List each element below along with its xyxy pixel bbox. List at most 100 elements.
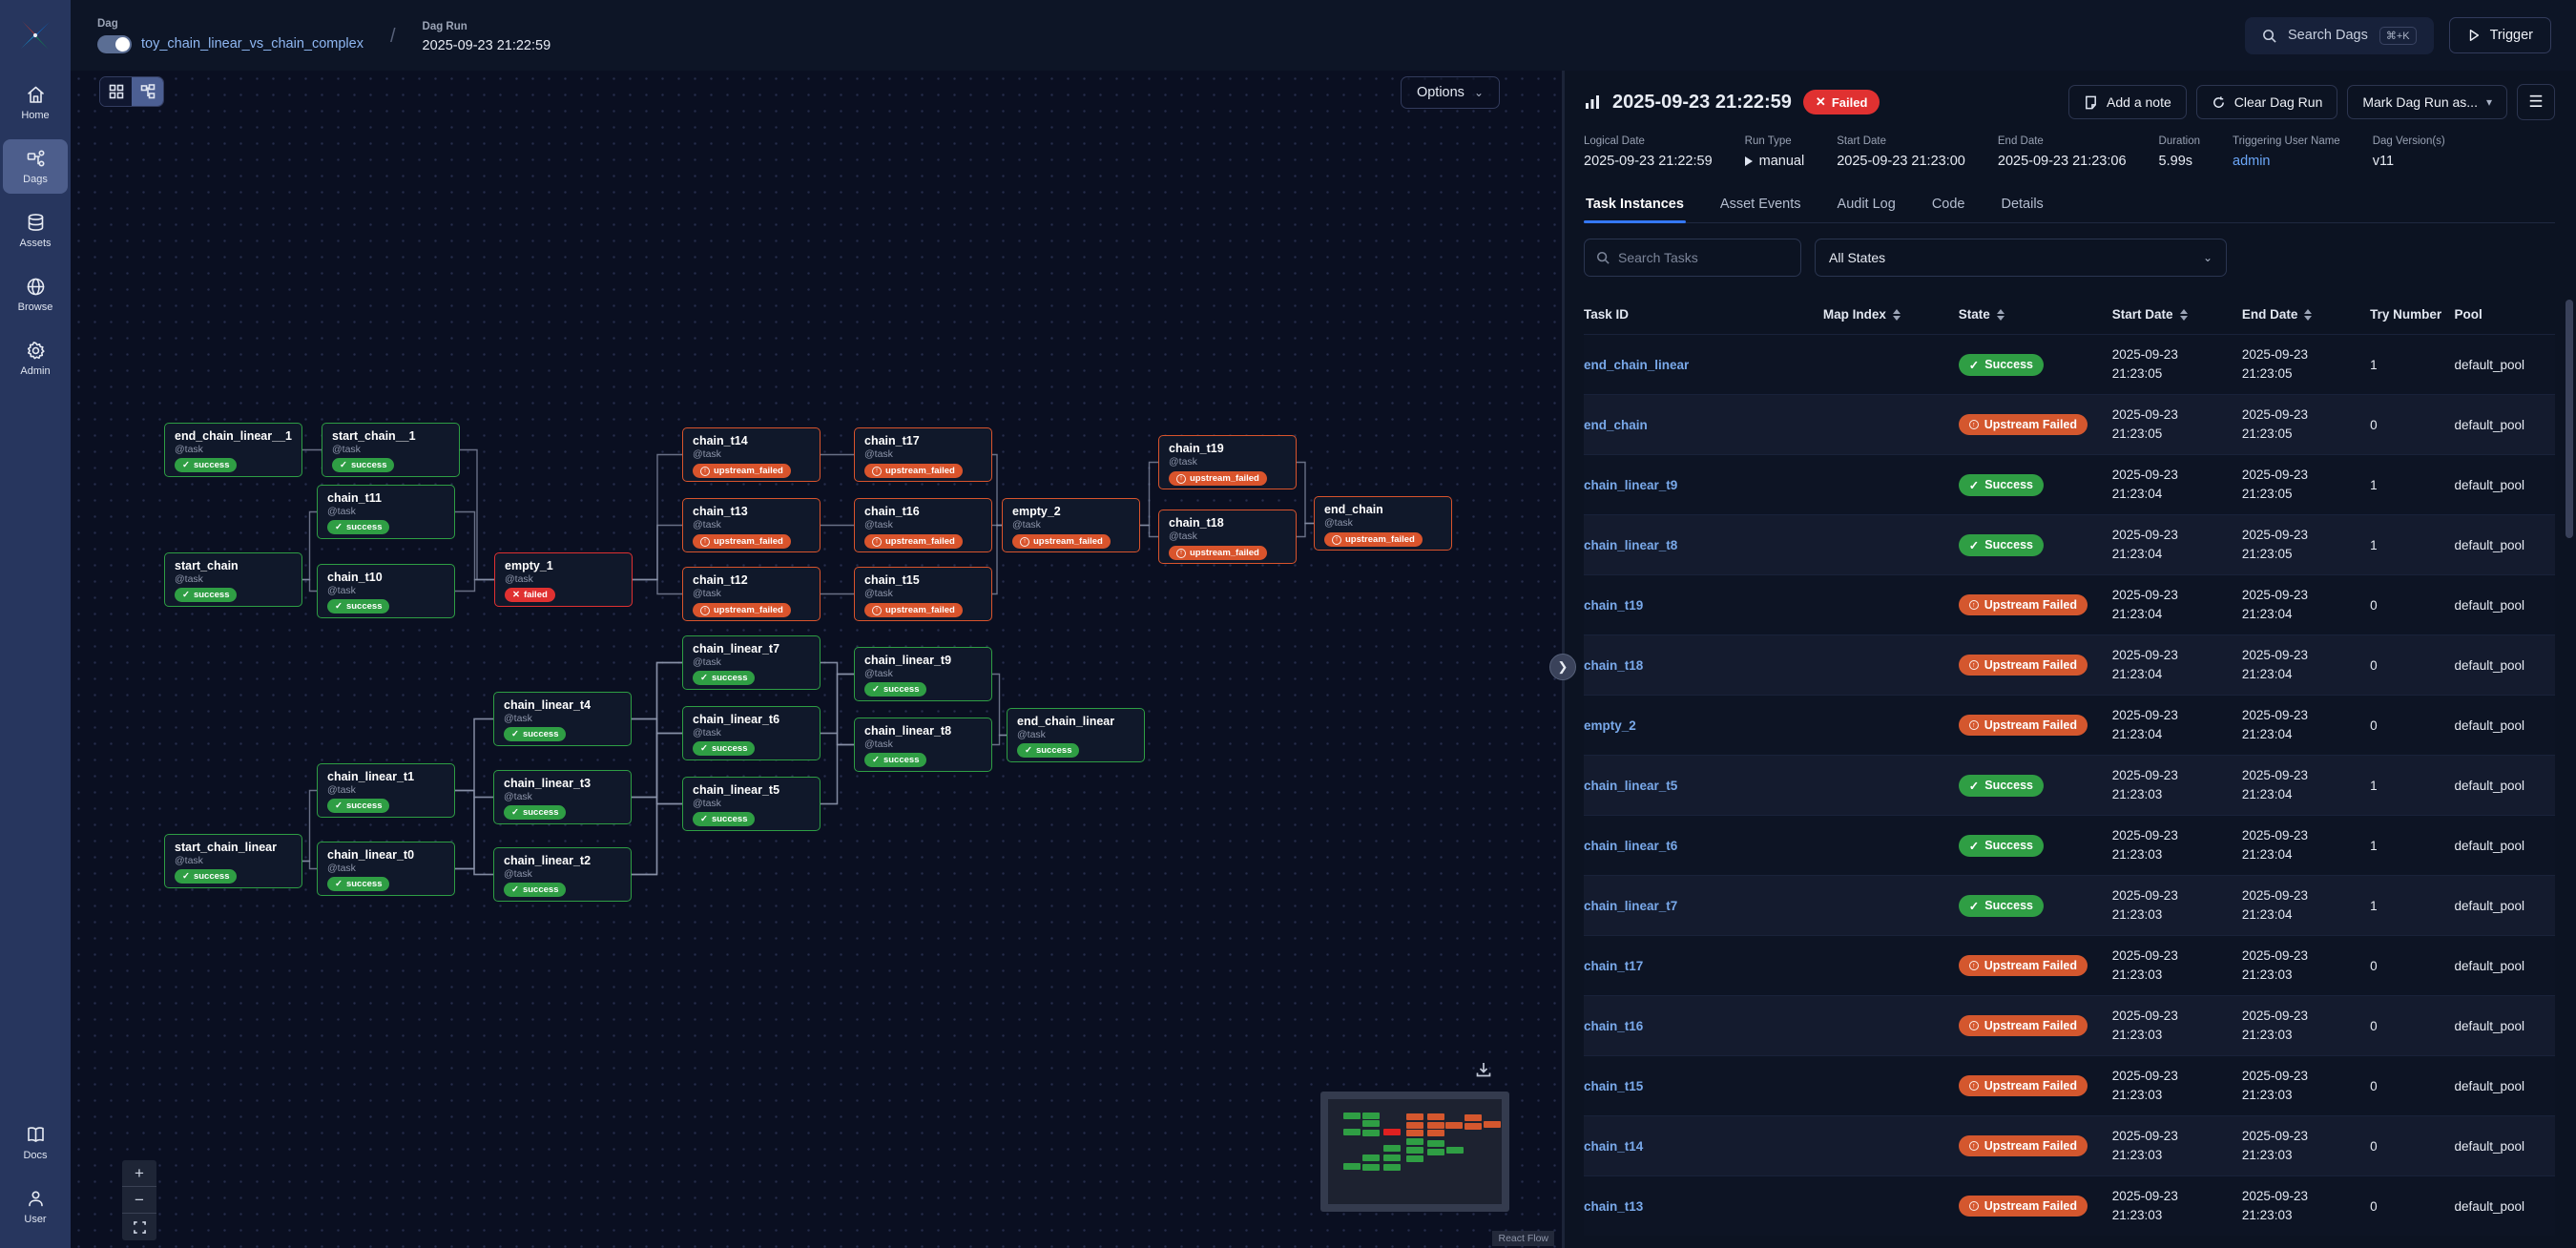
sort-icon[interactable] — [1893, 309, 1901, 321]
table-row[interactable]: chain_t16↑Upstream Failed2025-09-2321:23… — [1584, 995, 2555, 1055]
task-id-link[interactable]: chain_linear_t6 — [1584, 839, 1677, 853]
table-row[interactable]: chain_t14↑Upstream Failed2025-09-2321:23… — [1584, 1115, 2555, 1175]
table-row[interactable]: chain_linear_t7✓Success2025-09-2321:23:0… — [1584, 875, 2555, 935]
task-id-link[interactable]: chain_t13 — [1584, 1199, 1643, 1214]
table-row[interactable]: chain_t15↑Upstream Failed2025-09-2321:23… — [1584, 1055, 2555, 1115]
fit-view-button[interactable] — [122, 1214, 156, 1240]
graph-node-start_chain_linear[interactable]: start_chain_linear@task✓success — [164, 834, 302, 888]
add-note-button[interactable]: Add a note — [2068, 85, 2187, 119]
graph-node-chain_t19[interactable]: chain_t19@task↑upstream_failed — [1158, 435, 1297, 489]
graph-node-chain_linear_t2[interactable]: chain_linear_t2@task✓success — [493, 847, 632, 902]
graph-node-start_chain[interactable]: start_chain@task✓success — [164, 552, 302, 607]
graph-node-chain_linear_t7[interactable]: chain_linear_t7@task✓success — [682, 635, 821, 690]
search-tasks-input[interactable]: Search Tasks — [1584, 239, 1801, 277]
search-dags-button[interactable]: Search Dags ⌘+K — [2245, 17, 2434, 54]
tab-code[interactable]: Code — [1930, 188, 1967, 222]
task-id-link[interactable]: end_chain — [1584, 418, 1648, 432]
table-row[interactable]: chain_linear_t9✓Success2025-09-2321:23:0… — [1584, 454, 2555, 514]
dag-name-link[interactable]: toy_chain_linear_vs_chain_complex — [141, 36, 364, 52]
sidebar-item-assets[interactable]: Assets — [3, 203, 68, 258]
task-id-link[interactable]: chain_t17 — [1584, 959, 1643, 973]
graph-options-button[interactable]: Options ⌄ — [1401, 76, 1500, 109]
table-row[interactable]: chain_linear_t5✓Success2025-09-2321:23:0… — [1584, 755, 2555, 815]
graph-node-chain_t15[interactable]: chain_t15@task↑upstream_failed — [854, 567, 992, 621]
graph-node-chain_linear_t6[interactable]: chain_linear_t6@task✓success — [682, 706, 821, 760]
column-header-map-index[interactable]: Map Index — [1823, 307, 1959, 322]
graph-node-chain_linear_t8[interactable]: chain_linear_t8@task✓success — [854, 718, 992, 772]
sort-icon[interactable] — [1997, 309, 2005, 321]
task-id-link[interactable]: chain_t19 — [1584, 598, 1643, 613]
sidebar-item-user[interactable]: User — [3, 1179, 68, 1234]
table-row[interactable]: chain_t19↑Upstream Failed2025-09-2321:23… — [1584, 574, 2555, 634]
task-id-link[interactable]: chain_t18 — [1584, 658, 1643, 673]
sidebar-item-dags[interactable]: Dags — [3, 139, 68, 194]
graph-node-end_chain_linear__1[interactable]: end_chain_linear__1@task✓success — [164, 423, 302, 477]
graph-node-chain_linear_t4[interactable]: chain_linear_t4@task✓success — [493, 692, 632, 746]
trigger-button[interactable]: Trigger — [2449, 17, 2551, 53]
task-id-link[interactable]: chain_linear_t5 — [1584, 779, 1677, 793]
graph-minimap[interactable] — [1320, 1092, 1509, 1212]
task-id-link[interactable]: chain_t14 — [1584, 1139, 1643, 1154]
table-row[interactable]: chain_t17↑Upstream Failed2025-09-2321:23… — [1584, 935, 2555, 995]
dag-pause-toggle[interactable] — [97, 35, 132, 53]
task-id-link[interactable]: empty_2 — [1584, 718, 1636, 733]
meta-value[interactable]: admin — [2233, 154, 2340, 169]
more-options-menu-button[interactable]: ☰ — [2517, 84, 2555, 120]
column-header-start-date[interactable]: Start Date — [2112, 307, 2242, 322]
scrollbar-thumb[interactable] — [2566, 300, 2573, 538]
sidebar-item-home[interactable]: Home — [3, 75, 68, 130]
graph-node-chain_linear_t9[interactable]: chain_linear_t9@task✓success — [854, 647, 992, 701]
sidebar-item-browse[interactable]: Browse — [3, 267, 68, 322]
clear-dag-run-button[interactable]: Clear Dag Run — [2196, 85, 2338, 119]
task-id-link[interactable]: chain_t16 — [1584, 1019, 1643, 1033]
graph-node-empty_2[interactable]: empty_2@task↑upstream_failed — [1002, 498, 1140, 552]
graph-view-button[interactable] — [132, 77, 163, 106]
graph-node-empty_1[interactable]: empty_1@task✕failed — [494, 552, 633, 607]
table-row[interactable]: empty_2↑Upstream Failed2025-09-2321:23:0… — [1584, 695, 2555, 755]
sort-icon[interactable] — [2304, 309, 2312, 321]
tab-asset-events[interactable]: Asset Events — [1718, 188, 1803, 222]
table-row[interactable]: end_chain_linear✓Success2025-09-2321:23:… — [1584, 334, 2555, 394]
tab-audit-log[interactable]: Audit Log — [1836, 188, 1898, 222]
table-row[interactable]: chain_linear_t6✓Success2025-09-2321:23:0… — [1584, 815, 2555, 875]
graph-node-chain_t13[interactable]: chain_t13@task↑upstream_failed — [682, 498, 821, 552]
graph-node-chain_linear_t5[interactable]: chain_linear_t5@task✓success — [682, 777, 821, 831]
airflow-logo[interactable] — [0, 0, 71, 71]
graph-node-chain_linear_t3[interactable]: chain_linear_t3@task✓success — [493, 770, 632, 824]
task-id-link[interactable]: end_chain_linear — [1584, 358, 1689, 372]
panel-collapse-button[interactable]: ❯ — [1549, 654, 1576, 680]
graph-node-chain_t14[interactable]: chain_t14@task↑upstream_failed — [682, 427, 821, 482]
dag-graph-panel[interactable]: Options ⌄ end_chain_linear__1@task✓succe… — [71, 71, 1562, 1248]
graph-node-chain_linear_t0[interactable]: chain_linear_t0@task✓success — [317, 842, 455, 896]
table-row[interactable]: chain_linear_t8✓Success2025-09-2321:23:0… — [1584, 514, 2555, 574]
task-id-link[interactable]: chain_linear_t9 — [1584, 478, 1677, 492]
graph-node-end_chain_linear[interactable]: end_chain_linear@task✓success — [1007, 708, 1145, 762]
table-row[interactable]: end_chain↑Upstream Failed2025-09-2321:23… — [1584, 394, 2555, 454]
graph-node-chain_t11[interactable]: chain_t11@task✓success — [317, 485, 455, 539]
graph-node-chain_t10[interactable]: chain_t10@task✓success — [317, 564, 455, 618]
tab-task-instances[interactable]: Task Instances — [1584, 188, 1686, 222]
state-filter-select[interactable]: All States ⌄ — [1815, 239, 2227, 277]
table-row[interactable]: chain_t18↑Upstream Failed2025-09-2321:23… — [1584, 634, 2555, 695]
download-graph-button[interactable] — [1474, 1060, 1493, 1084]
column-header-end-date[interactable]: End Date — [2242, 307, 2370, 322]
sort-icon[interactable] — [2180, 309, 2188, 321]
task-id-link[interactable]: chain_linear_t8 — [1584, 538, 1677, 552]
task-id-link[interactable]: chain_t15 — [1584, 1079, 1643, 1093]
zoom-out-button[interactable]: − — [122, 1187, 156, 1214]
column-header-state[interactable]: State — [1959, 307, 2112, 322]
graph-node-chain_t16[interactable]: chain_t16@task↑upstream_failed — [854, 498, 992, 552]
graph-node-chain_t18[interactable]: chain_t18@task↑upstream_failed — [1158, 510, 1297, 564]
task-id-link[interactable]: chain_linear_t7 — [1584, 899, 1677, 913]
sidebar-item-admin[interactable]: Admin — [3, 331, 68, 385]
graph-node-chain_t17[interactable]: chain_t17@task↑upstream_failed — [854, 427, 992, 482]
tab-details[interactable]: Details — [1999, 188, 2045, 222]
zoom-in-button[interactable]: + — [122, 1160, 156, 1187]
table-row[interactable]: chain_t13↑Upstream Failed2025-09-2321:23… — [1584, 1175, 2555, 1236]
graph-node-start_chain__1[interactable]: start_chain__1@task✓success — [322, 423, 460, 477]
graph-node-chain_t12[interactable]: chain_t12@task↑upstream_failed — [682, 567, 821, 621]
graph-node-end_chain[interactable]: end_chain@task↑upstream_failed — [1314, 496, 1452, 551]
sidebar-item-docs[interactable]: Docs — [3, 1115, 68, 1170]
mark-dag-run-as-button[interactable]: Mark Dag Run as... ▾ — [2347, 85, 2507, 119]
graph-node-chain_linear_t1[interactable]: chain_linear_t1@task✓success — [317, 763, 455, 818]
